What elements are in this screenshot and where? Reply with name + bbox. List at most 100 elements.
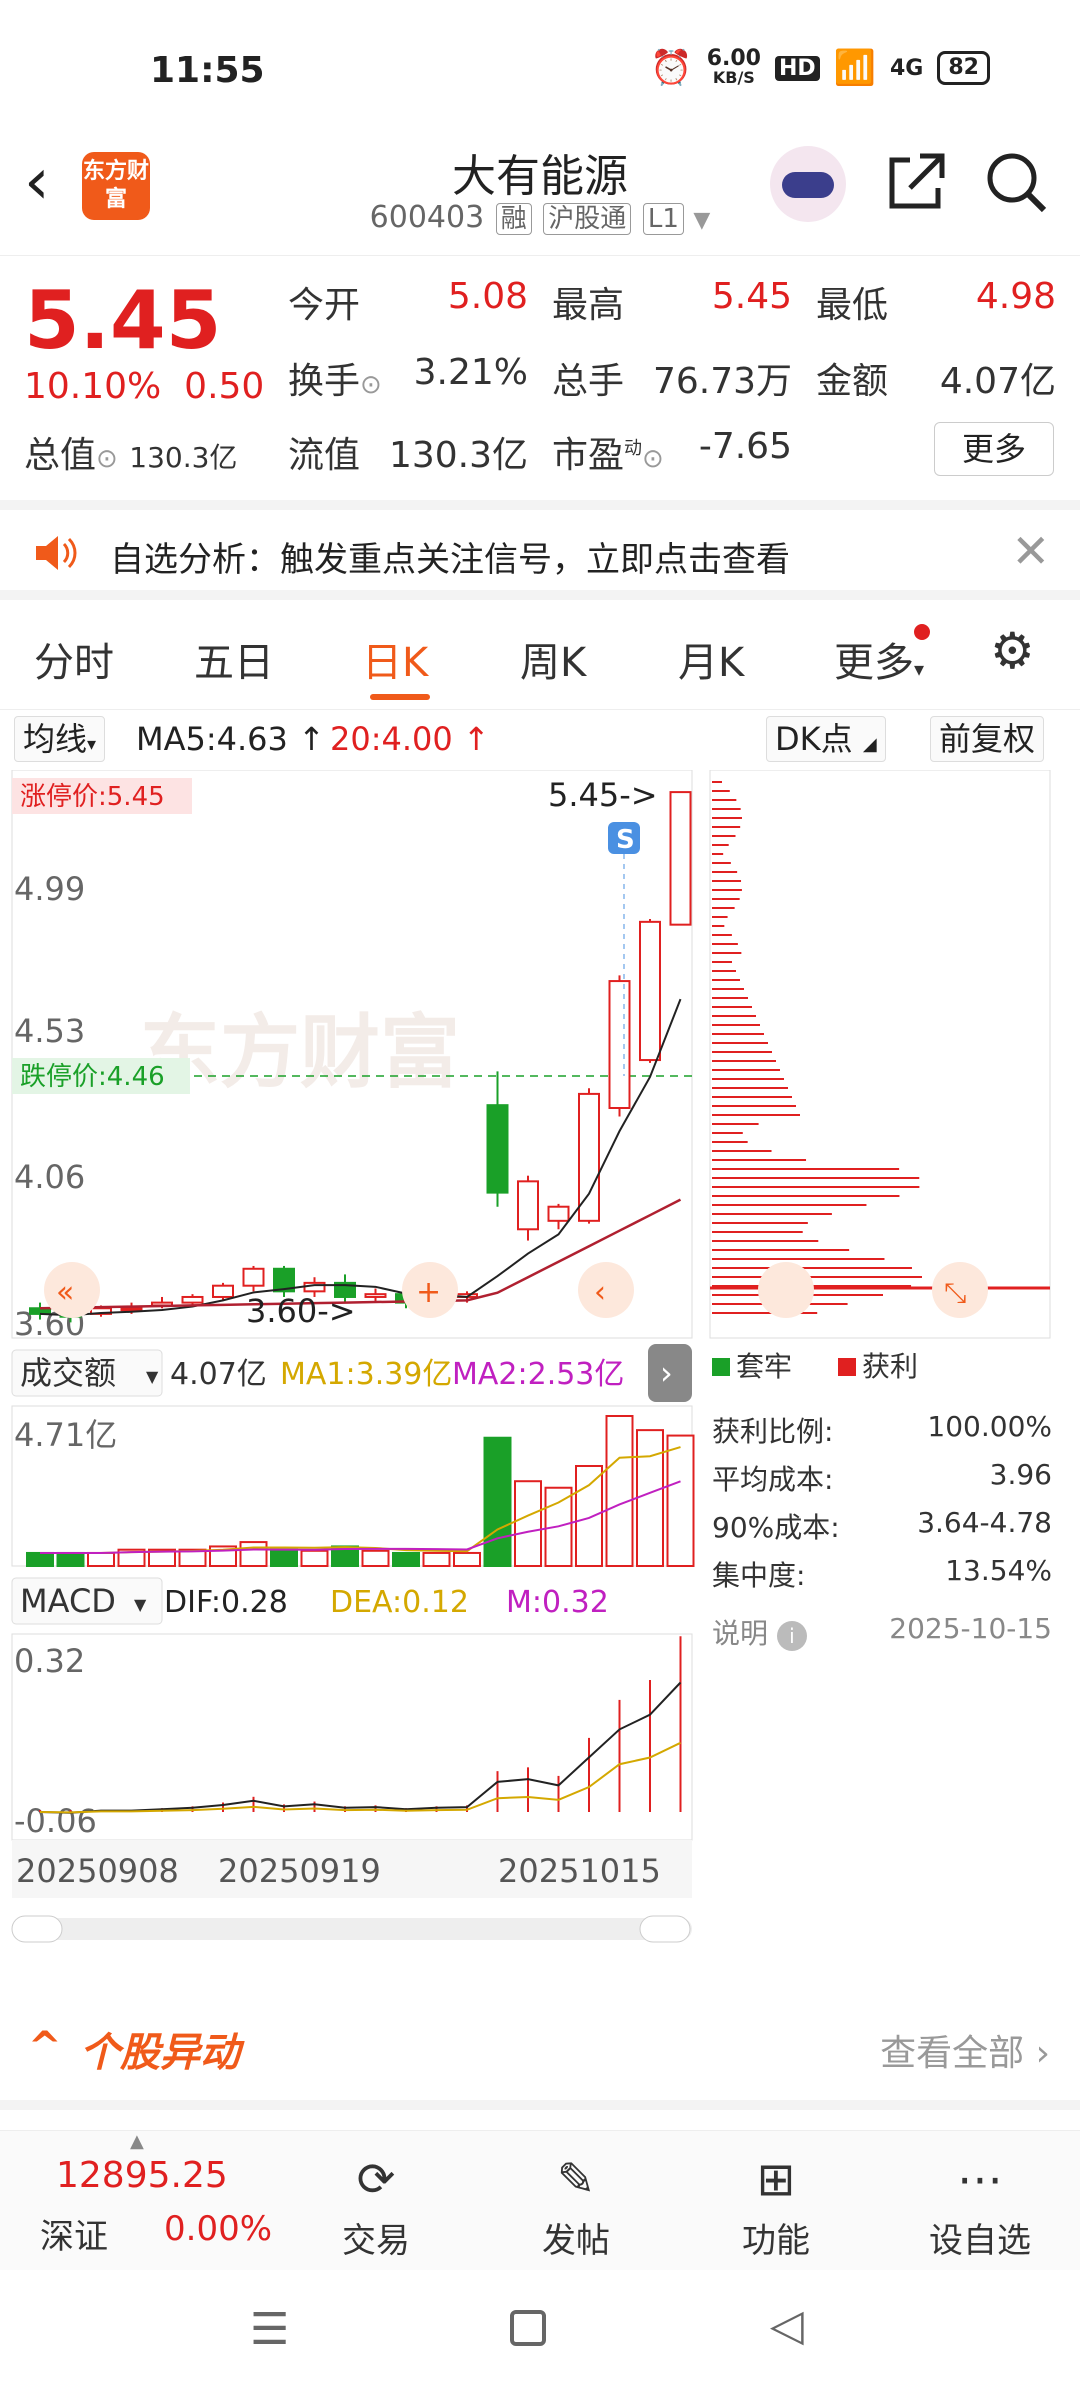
post-button[interactable]: ✎ 发帖 — [506, 2149, 646, 2262]
macd-dif: DIF:0.28 — [164, 1585, 288, 1620]
chip-step-button[interactable] — [758, 1262, 814, 1318]
tab-daily-k[interactable]: 日K — [362, 630, 428, 688]
date-1: 20250908 — [16, 1852, 179, 1890]
tag-connect: 沪股通 — [543, 203, 632, 235]
view-all-link[interactable]: 查看全部 › — [880, 2024, 1050, 2076]
volume-bar — [575, 1465, 603, 1567]
macd-m: M:0.32 — [506, 1585, 609, 1620]
index-value[interactable]: 12895.25 — [56, 2155, 228, 2196]
gear-icon[interactable]: ⚙ — [990, 622, 1035, 680]
banner-text: 自选分析：触发重点关注信号，立即点击查看 — [110, 540, 790, 580]
volume-bar — [392, 1551, 420, 1568]
index-pct: 0.00% — [164, 2209, 273, 2249]
tab-monthly-k[interactable]: 月K — [678, 630, 744, 688]
chart-toolbar: 均线▾ MA5:4.63 ↑ 20:4.00 ↑ DK点 ◢ 前复权 — [0, 710, 1080, 770]
period-tabs: 分时 五日 日K 周K 月K 更多▾ ⚙ — [0, 610, 1080, 710]
alarm-icon: ⏰ — [650, 48, 693, 88]
y-label-2: 4.53 — [14, 1012, 85, 1050]
last-price: 5.45 — [24, 274, 222, 367]
candle-body — [608, 980, 631, 1109]
y-label-3: 4.06 — [14, 1158, 85, 1196]
market-cap: 总值⊙ 130.3亿 — [24, 435, 238, 476]
wifi-icon: 📶 — [833, 48, 876, 88]
chip-note[interactable]: 说明 — [712, 1617, 768, 1650]
date-2: 20250919 — [218, 1852, 381, 1890]
volume-bar — [56, 1551, 85, 1568]
speaker-icon — [36, 536, 77, 570]
macd-top: 0.32 — [14, 1642, 85, 1680]
tag-margin: 融 — [495, 203, 532, 235]
chevron-down-icon: ▼ — [134, 1595, 147, 1614]
high-cell: 最高 5.45 — [552, 276, 792, 326]
grid-icon: ⊞ — [756, 2152, 796, 2206]
ai-assistant-avatar[interactable] — [770, 146, 846, 222]
more-quote-button[interactable]: 更多 — [934, 422, 1054, 476]
status-icons: ⏰ 6.00 KB/S HD 📶 4G 82 — [650, 45, 990, 88]
add-watchlist-button[interactable]: ⋯ 设自选 — [910, 2149, 1050, 2262]
battery-icon: 82 — [937, 51, 990, 85]
volume-bar — [636, 1429, 664, 1567]
kline-chart-area[interactable]: 东方财富 涨停价:5.45 跌停价:4.46 4.99 4.53 4.06 3.… — [0, 770, 1080, 1970]
range-slider-track[interactable] — [12, 1918, 692, 1940]
volume-ma2: MA2:2.53亿 — [452, 1357, 624, 1392]
double-left-icon: « — [56, 1275, 74, 1310]
net-speed: 6.00 KB/S — [706, 45, 761, 87]
volume-bar — [514, 1480, 542, 1568]
candle-body — [181, 1295, 204, 1304]
trade-button[interactable]: ⟳ 交易 — [306, 2149, 446, 2262]
info-icon[interactable]: i — [776, 1621, 807, 1651]
candle-body — [120, 1307, 143, 1312]
menu-icon[interactable]: ☰ — [250, 2304, 289, 2355]
back-icon[interactable]: ◁ — [770, 2300, 804, 2351]
amount-cell: 金额 4.07亿 — [816, 361, 1056, 402]
chip-note-row: 说明 i 2025-10-15 — [712, 1612, 1052, 1651]
volume-bars — [26, 1415, 695, 1568]
range-slider-left-handle[interactable] — [11, 1915, 63, 1943]
ma5-value: MA5:4.63 ↑ — [136, 720, 325, 758]
ma20-value: 20:4.00 ↑ — [330, 720, 490, 758]
macd-bottom: -0.06 — [14, 1802, 97, 1840]
chevron-right-icon: › — [660, 1354, 673, 1392]
adjust-button[interactable]: 前复权 — [930, 716, 1045, 762]
volume-cell: 总手 76.73万 — [552, 361, 792, 402]
s-badge[interactable]: S — [616, 825, 635, 855]
volume-amount: 4.07亿 — [170, 1357, 267, 1392]
tab-weekly-k[interactable]: 周K — [520, 630, 586, 688]
edit-icon: ✎ — [556, 2152, 596, 2206]
tab-more[interactable]: 更多▾ — [834, 624, 931, 688]
legend-trap-swatch — [712, 1358, 730, 1376]
volume-bar — [361, 1549, 390, 1567]
stock-events-section[interactable]: ^ 个股异动 查看全部 › — [0, 1990, 1080, 2110]
search-icon[interactable] — [980, 146, 1052, 218]
ma-select[interactable]: 均线▾ — [14, 716, 106, 762]
price-change: 10.10% 0.50 — [24, 366, 265, 407]
stock-header: ‹ 东方财富 大有能源 600403 融 沪股通 L1 ▼ — [0, 140, 1080, 250]
volume-bar — [422, 1551, 451, 1568]
range-slider-right-handle[interactable] — [639, 1915, 691, 1943]
bottom-price-marker: 3.60-> — [246, 1292, 356, 1330]
dk-point-button[interactable]: DK点 ◢ — [766, 716, 886, 762]
alert-banner[interactable]: 自选分析：触发重点关注信号，立即点击查看 ✕ — [0, 500, 1080, 600]
chip-distribution-bars — [712, 781, 922, 1314]
macd-dea: DEA:0.12 — [330, 1585, 469, 1620]
chip-stat-row: 获利比例: 100.00% — [712, 1410, 1052, 1448]
step-left-button[interactable] — [578, 1262, 634, 1318]
candle-body — [639, 920, 661, 1062]
tab-intraday[interactable]: 分时 — [34, 630, 114, 688]
low-cell: 最低 4.98 — [816, 276, 1056, 326]
candle-body — [547, 1205, 570, 1222]
share-icon[interactable] — [880, 146, 952, 218]
date-3: 20251015 — [498, 1852, 661, 1890]
chevron-up-icon: ^ — [28, 2024, 62, 2070]
trade-icon: ⟳ — [356, 2152, 396, 2206]
caret-up-icon: ▲ — [130, 2131, 144, 2152]
close-icon[interactable]: ✕ — [1011, 524, 1050, 578]
expand-icon: ⤡ — [944, 1276, 966, 1309]
home-icon[interactable] — [510, 2310, 546, 2346]
volume-bar — [453, 1551, 481, 1568]
tab-five-day[interactable]: 五日 — [194, 630, 274, 688]
macd-histogram — [39, 1636, 682, 1814]
legend-profit: 获利 — [862, 1350, 918, 1383]
functions-button[interactable]: ⊞ 功能 — [706, 2149, 846, 2262]
volume-select-label: 成交额 — [20, 1354, 116, 1392]
